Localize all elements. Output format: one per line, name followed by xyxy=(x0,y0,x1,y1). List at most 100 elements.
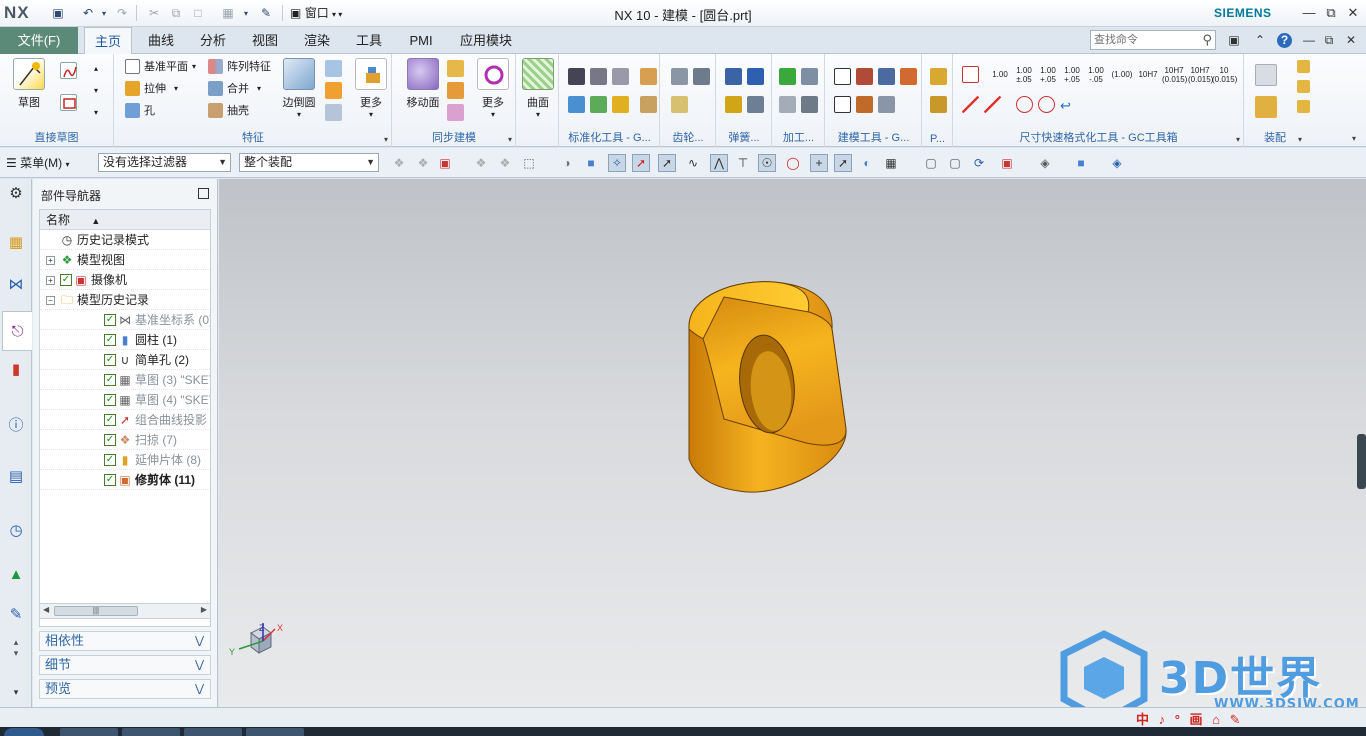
tree-node[interactable]: ✓ ▮ 圆柱 (1) xyxy=(40,330,210,350)
dim-format-2[interactable]: 1.00 ±.05 xyxy=(1014,66,1034,84)
hole-button[interactable]: 孔 xyxy=(125,101,155,119)
system-materials-icon[interactable]: ▲ xyxy=(5,563,27,585)
move-face-button[interactable]: 移动面 xyxy=(399,58,447,110)
repeat-dropdown-icon[interactable]: ▾ xyxy=(238,5,254,21)
dim-format-10[interactable]: 10 (0.015) xyxy=(1212,66,1237,84)
visibility-checkbox[interactable]: ✓ xyxy=(104,314,116,326)
tab-tools[interactable]: 工具 xyxy=(348,27,390,54)
render-style-icon[interactable]: ◈ xyxy=(1036,154,1054,172)
resource-scroll-icon[interactable]: ▴ ▾ xyxy=(5,637,27,659)
work-layer-icon[interactable]: ◈ xyxy=(1108,154,1126,172)
modeling-tool-4-icon[interactable] xyxy=(900,68,917,85)
spring-tool-1-icon[interactable] xyxy=(725,68,742,85)
scrollbar-thumb[interactable]: ||| xyxy=(54,606,138,616)
start-button[interactable] xyxy=(4,728,44,736)
snap-on-curve-icon[interactable]: ➚ xyxy=(834,154,852,172)
dim-format-9[interactable]: 10H7 (0.015) xyxy=(1188,66,1213,84)
settings-gear-icon[interactable]: ⚙ xyxy=(5,182,27,204)
modeling-tool-1-icon[interactable] xyxy=(834,68,851,85)
touch-mode-icon[interactable]: ✎ xyxy=(258,5,274,21)
gear-tool-1-icon[interactable] xyxy=(671,68,688,85)
window-menu[interactable]: ▣ 窗口 ▾ ▾ xyxy=(290,4,342,21)
machining-tool-4-icon[interactable] xyxy=(801,96,818,113)
unite-button[interactable]: 合并 ▾ xyxy=(208,79,261,97)
assembly-navigator-icon[interactable]: ▦ xyxy=(5,231,27,253)
scope-select[interactable]: 整个装配 ▼ xyxy=(239,153,379,172)
doc-close-button[interactable]: ✕ xyxy=(1342,31,1360,49)
menu-button[interactable]: ☰ 菜单(M) ▾ xyxy=(6,154,69,171)
select-chain-icon[interactable]: ❖ xyxy=(496,154,514,172)
dim-tool-icon[interactable] xyxy=(962,66,979,83)
ime-toolbar[interactable]: 中 ♪ ° 画 ⌂ ✎ xyxy=(1136,709,1244,728)
expand-gallery-icon[interactable]: ▾ xyxy=(94,108,98,117)
tree-node[interactable]: + ❖ 模型视图 xyxy=(40,250,210,270)
pattern-feature-button[interactable]: 阵列特征 xyxy=(208,57,271,75)
machining-tool-1-icon[interactable] xyxy=(779,68,796,85)
modeling-tool-2-icon[interactable] xyxy=(856,68,873,85)
dim-format-7[interactable]: 10H7 xyxy=(1136,70,1160,79)
gear-tool-3-icon[interactable] xyxy=(671,96,688,113)
tree-node[interactable]: ✓ ▮ 延伸片体 (8) xyxy=(40,450,210,470)
column-header-name[interactable]: 名称 ▲ xyxy=(40,210,210,230)
scroll-right-icon[interactable]: ▶ xyxy=(201,605,207,614)
spring-tool-4-icon[interactable] xyxy=(747,96,764,113)
machining-tool-3-icon[interactable] xyxy=(779,96,796,113)
modeling-tool-3-icon[interactable] xyxy=(878,68,895,85)
gc-tool-4-icon[interactable] xyxy=(640,68,657,85)
tab-analysis[interactable]: 分析 xyxy=(192,27,234,54)
assembly-tool-4-icon[interactable] xyxy=(1297,100,1310,113)
doc-minimize-button[interactable]: — xyxy=(1300,31,1318,49)
edge-blend-button[interactable]: 边倒圆 ▾ xyxy=(275,58,323,119)
expand-icon[interactable]: + xyxy=(46,256,55,265)
modeling-tool-5-icon[interactable] xyxy=(834,96,851,113)
visibility-checkbox[interactable]: ✓ xyxy=(104,414,116,426)
side-panel-handle[interactable] xyxy=(1357,434,1366,489)
visibility-checkbox[interactable]: ✓ xyxy=(104,394,116,406)
view-orient-icon[interactable]: ▣ xyxy=(998,154,1016,172)
snap-endpoints-icon[interactable]: ✧ xyxy=(608,154,626,172)
horizontal-scrollbar[interactable]: ◀ ||| ▶ xyxy=(39,603,211,619)
sketch-button[interactable]: 草图 xyxy=(5,58,53,110)
chamfer-icon[interactable] xyxy=(325,60,342,77)
copy-icon[interactable]: ⧉ xyxy=(168,5,184,21)
scroll-up-icon[interactable]: ▴ xyxy=(94,64,98,73)
visibility-checkbox[interactable]: ✓ xyxy=(104,454,116,466)
taskbar-item-4[interactable] xyxy=(246,728,304,736)
spring-tool-3-icon[interactable] xyxy=(725,96,742,113)
view-zoom-icon[interactable]: ▢ xyxy=(946,154,964,172)
undo-icon[interactable]: ↶ xyxy=(80,5,96,21)
snap-curve-icon[interactable]: ➚ xyxy=(658,154,676,172)
select-rectangle-icon[interactable]: ⬚ xyxy=(520,154,538,172)
view-rotate-icon[interactable]: ⟳ xyxy=(970,154,988,172)
offset-region-icon[interactable] xyxy=(447,82,464,99)
draft-icon[interactable] xyxy=(325,82,342,99)
select-body-icon[interactable]: ◑ xyxy=(558,154,576,172)
diameter-icon[interactable] xyxy=(1016,96,1033,113)
collapse-icon[interactable]: − xyxy=(46,296,55,305)
snap-center-icon[interactable]: ☉ xyxy=(758,154,776,172)
group-options-icon[interactable]: ▾ xyxy=(508,135,512,144)
collapse-ribbon-icon[interactable]: ⌃ xyxy=(1251,31,1269,49)
tree-node[interactable]: ◷ 历史记录模式 xyxy=(40,230,210,250)
dim-format-8[interactable]: 10H7 (0.015) xyxy=(1162,66,1187,84)
visibility-checkbox[interactable]: ✓ xyxy=(60,274,72,286)
modeling-tool-7-icon[interactable] xyxy=(878,96,895,113)
visibility-checkbox[interactable]: ✓ xyxy=(104,354,116,366)
dim-format-4[interactable]: 1.00 +.05 xyxy=(1062,66,1082,84)
resource-more-icon[interactable]: ▾ xyxy=(5,681,27,703)
command-search[interactable]: ⚲ xyxy=(1090,30,1216,50)
web-browser-icon[interactable]: ⓘ xyxy=(5,413,27,435)
history-clock-icon[interactable]: ◷ xyxy=(5,519,27,541)
visibility-checkbox[interactable]: ✓ xyxy=(104,434,116,446)
select-all-icon[interactable]: ▣ xyxy=(436,154,454,172)
visibility-checkbox[interactable]: ✓ xyxy=(104,334,116,346)
tab-view[interactable]: 视图 xyxy=(244,27,286,54)
p-tool-1-icon[interactable] xyxy=(930,68,947,85)
assembly-tool-1-icon[interactable] xyxy=(1255,64,1277,86)
dim-format-1[interactable]: 1.00 xyxy=(990,70,1010,79)
dim-format-3[interactable]: 1.00 +.05 xyxy=(1038,66,1058,84)
section-preview[interactable]: 预览 ⋁ xyxy=(39,679,211,699)
scroll-left-icon[interactable]: ◀ xyxy=(43,605,49,614)
rectangle-icon[interactable] xyxy=(60,94,77,111)
ribbon-options-icon[interactable]: ▣ xyxy=(1225,31,1243,49)
